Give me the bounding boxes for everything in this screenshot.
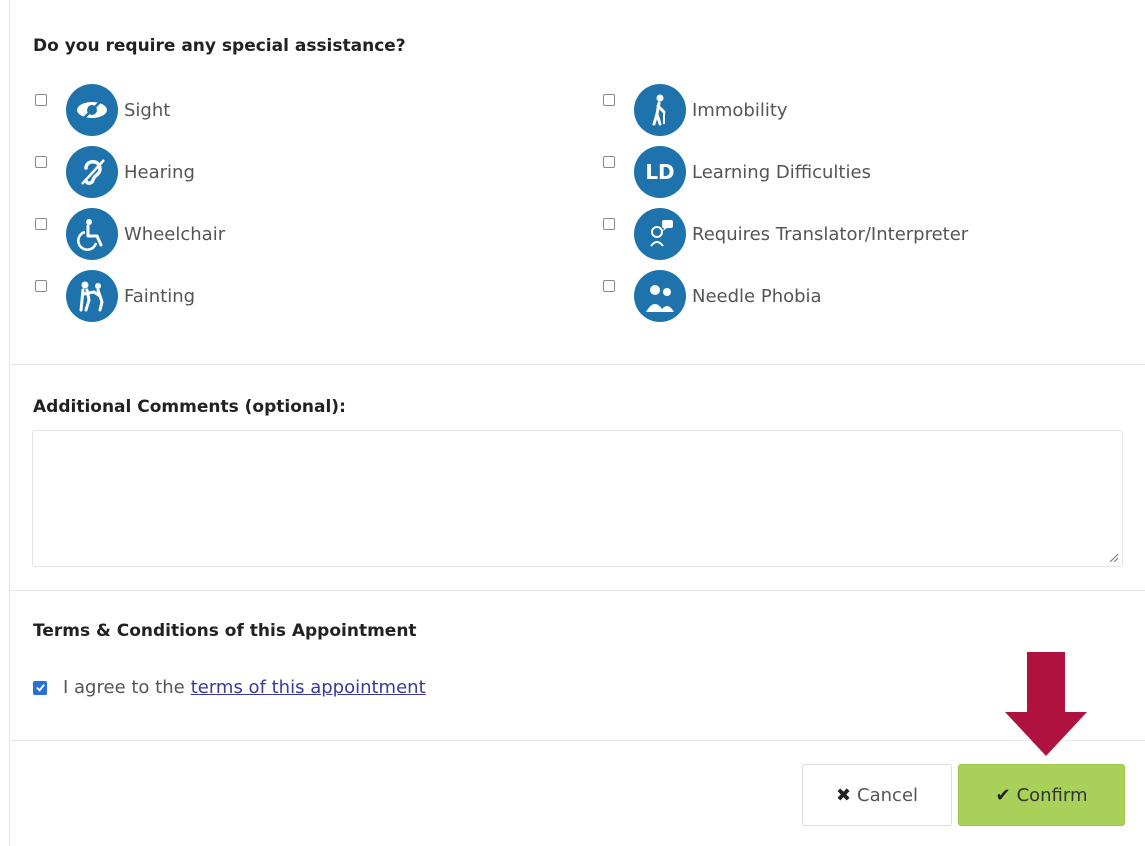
wheelchair-icon <box>66 208 118 260</box>
sight-checkbox[interactable] <box>35 94 47 106</box>
close-icon: ✖ <box>835 784 852 806</box>
immobility-checkbox[interactable] <box>603 94 615 106</box>
translator-label: Requires Translator/Interpreter <box>692 224 969 245</box>
wheelchair-label: Wheelchair <box>124 224 226 245</box>
ear-icon <box>66 146 118 198</box>
wheelchair-checkbox[interactable] <box>35 218 47 230</box>
confirm-label: Confirm <box>1016 784 1088 806</box>
agree-text: I agree to the <box>63 677 185 698</box>
resize-handle-icon[interactable] <box>1108 552 1118 562</box>
learning-difficulties-checkbox[interactable] <box>603 156 615 168</box>
option-sight[interactable]: Sight <box>35 84 435 136</box>
fainting-icon <box>66 270 118 322</box>
needle-icon <box>634 270 686 322</box>
agree-checkbox[interactable] <box>33 680 47 695</box>
needle-phobia-label: Needle Phobia <box>692 286 822 307</box>
option-hearing[interactable]: Hearing <box>35 146 435 198</box>
immobility-label: Immobility <box>692 100 788 121</box>
option-learning-difficulties[interactable]: LD Learning Difficulties <box>603 146 1103 198</box>
option-fainting[interactable]: Fainting <box>35 270 435 322</box>
translator-checkbox[interactable] <box>603 218 615 230</box>
comments-heading: Additional Comments (optional): <box>33 397 346 417</box>
cancel-button[interactable]: ✖ Cancel <box>802 764 952 826</box>
interpreter-icon <box>634 208 686 260</box>
ld-icon: LD <box>634 146 686 198</box>
divider <box>9 364 1145 365</box>
eye-icon <box>66 84 118 136</box>
terms-link[interactable]: terms of this appointment <box>191 677 426 698</box>
assistance-heading: Do you require any special assistance? <box>33 36 406 56</box>
hearing-checkbox[interactable] <box>35 156 47 168</box>
option-needle-phobia[interactable]: Needle Phobia <box>603 270 1103 322</box>
walking-cane-icon <box>634 84 686 136</box>
divider <box>9 740 1145 741</box>
sight-label: Sight <box>124 100 171 121</box>
fainting-checkbox[interactable] <box>35 280 47 292</box>
terms-heading: Terms & Conditions of this Appointment <box>33 621 417 641</box>
confirm-button[interactable]: ✔ Confirm <box>958 764 1125 826</box>
comments-textarea[interactable] <box>32 430 1123 567</box>
option-translator[interactable]: Requires Translator/Interpreter <box>603 208 1103 260</box>
check-icon <box>35 684 45 692</box>
divider <box>9 590 1145 591</box>
learning-difficulties-label: Learning Difficulties <box>692 162 871 183</box>
down-arrow-icon <box>1005 652 1087 756</box>
fainting-label: Fainting <box>124 286 196 307</box>
cancel-label: Cancel <box>857 784 919 806</box>
option-immobility[interactable]: Immobility <box>603 84 1103 136</box>
option-wheelchair[interactable]: Wheelchair <box>35 208 435 260</box>
hearing-label: Hearing <box>124 162 195 183</box>
check-icon: ✔ <box>995 784 1011 806</box>
agree-row: I agree to the terms of this appointment <box>33 677 426 698</box>
needle-phobia-checkbox[interactable] <box>603 280 615 292</box>
